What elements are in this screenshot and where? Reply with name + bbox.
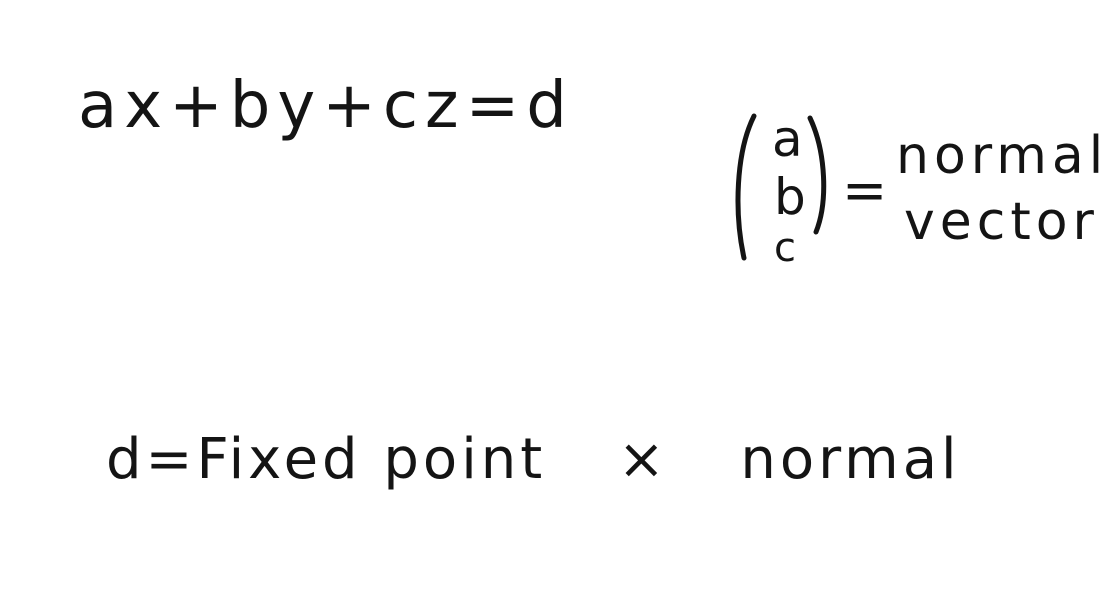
whiteboard-canvas: ax+by+cz=d a b c = normal vector d=Fixed… bbox=[0, 0, 1115, 600]
d-definition-rhs: normal bbox=[740, 427, 961, 492]
left-parenthesis bbox=[728, 112, 758, 262]
vector-component-a: a bbox=[772, 110, 803, 168]
vector-component-b: b bbox=[774, 168, 806, 226]
d-definition-equation: d=Fixed point × normal bbox=[106, 432, 961, 488]
normal-label: normal bbox=[896, 126, 1109, 186]
cross-product-operator: × bbox=[617, 427, 669, 492]
d-definition-lhs: d=Fixed point bbox=[106, 427, 547, 492]
plane-equation: ax+by+cz=d bbox=[78, 69, 574, 143]
normal-vector-group: a b c = normal vector bbox=[728, 110, 1103, 277]
vector-label: vector bbox=[904, 192, 1099, 252]
vector-component-c: c bbox=[774, 225, 796, 271]
vector-equals-sign: = bbox=[842, 159, 888, 222]
right-parenthesis bbox=[806, 112, 836, 262]
